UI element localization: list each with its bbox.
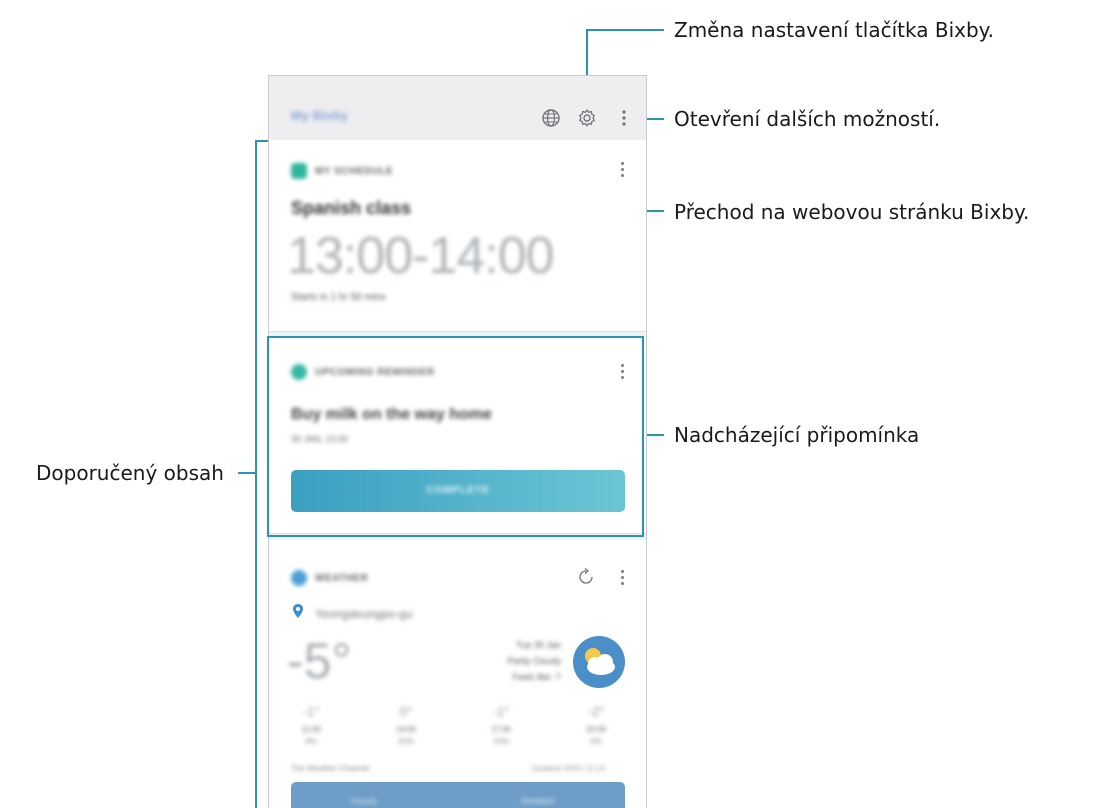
forecast-temp: -1°	[492, 704, 510, 719]
globe-icon[interactable]	[540, 107, 562, 129]
callout-bracket-left	[238, 472, 255, 474]
weather-card-label: WEATHER	[315, 573, 369, 584]
forecast-temp: 0°	[399, 704, 413, 719]
forecast-precip: 20%	[397, 737, 414, 746]
weather-condition: Partly Cloudy	[507, 656, 561, 666]
location-pin-icon	[293, 604, 303, 618]
forecast-item: -2° 20:00 0%	[566, 704, 626, 746]
forecast-precip: 10%	[492, 737, 509, 746]
callout-line-reminder	[644, 434, 664, 436]
weather-source: The Weather Channel	[291, 764, 370, 773]
callout-line-settings-horizontal	[586, 29, 664, 31]
weather-updated: Updated 30/01 11:14	[531, 764, 606, 773]
schedule-title: Spanish class	[291, 198, 412, 218]
forecast-hour: 20:00	[585, 725, 607, 734]
forecast-temp: -2°	[587, 704, 605, 719]
forecast-temp: -1°	[302, 704, 320, 719]
weather-action-bar: Hourly Detailed	[291, 782, 625, 808]
forecast-item: 0° 14:00 20%	[376, 704, 436, 746]
callout-bracket-vertical	[255, 140, 257, 808]
callout-upcoming-reminder: Nadcházející připomínka	[674, 423, 920, 447]
schedule-card-menu-icon[interactable]	[620, 162, 626, 182]
weather-card-menu-icon[interactable]	[620, 570, 626, 590]
forecast-item: -1° 17:00 10%	[471, 704, 531, 746]
callout-bixby-website: Přechod na webovou stránku Bixby.	[674, 200, 1030, 224]
refresh-icon[interactable]	[575, 566, 597, 588]
weather-feels-like: Feels like -7	[512, 672, 561, 682]
schedule-card-label: MY SCHEDULE	[315, 166, 394, 177]
forecast-hour: 11:00	[301, 725, 321, 734]
weather-date: Tue 30 Jan	[516, 640, 561, 650]
hourly-button[interactable]: Hourly	[351, 796, 377, 806]
weather-icon	[291, 570, 307, 586]
forecast-item: -1° 11:00 0%	[281, 704, 341, 746]
calendar-icon	[291, 163, 307, 179]
weather-location: Yeongdeungpo-gu	[315, 607, 413, 621]
bixby-header: My Bixby	[269, 76, 646, 140]
bixby-brand: My Bixby	[291, 108, 349, 123]
reminder-highlight-box	[267, 336, 644, 537]
detailed-button[interactable]: Detailed	[521, 796, 554, 806]
weather-temperature: -5°	[287, 633, 352, 689]
gear-icon[interactable]	[576, 107, 598, 129]
forecast-hour: 17:00	[490, 725, 512, 734]
forecast-precip: 0%	[305, 737, 317, 746]
schedule-time: 13:00-14:00	[287, 227, 555, 285]
more-options-icon[interactable]	[613, 107, 635, 129]
callout-bracket-top	[255, 140, 268, 142]
forecast-precip: 0%	[590, 737, 602, 746]
callout-more-options: Otevření dalších možností.	[674, 107, 941, 131]
partly-cloudy-icon	[573, 636, 625, 688]
forecast-hour: 14:00	[395, 725, 417, 734]
schedule-subtitle: Starts in 1 hr 50 mins	[291, 292, 386, 303]
callout-bixby-button-settings: Změna nastavení tlačítka Bixby.	[674, 18, 994, 42]
callout-recommended-content: Doporučený obsah	[36, 461, 224, 485]
